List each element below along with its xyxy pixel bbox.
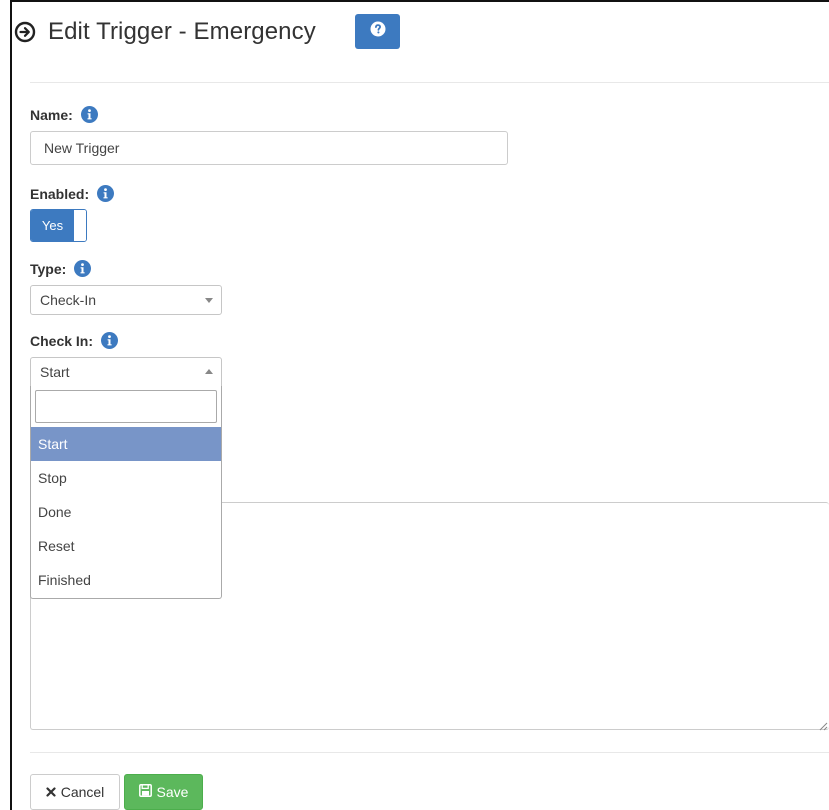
save-button-label: Save [156,784,189,800]
info-icon[interactable] [74,260,92,277]
check-in-label-row: Check In: [30,332,119,349]
floppy-disk-icon [138,784,152,800]
info-icon[interactable] [97,185,115,202]
close-icon [46,784,56,800]
enabled-label: Enabled: [30,185,90,202]
question-circle-icon [370,21,386,42]
cancel-button[interactable]: Cancel [30,774,120,810]
info-icon[interactable] [101,332,119,349]
type-select[interactable]: Check-In [30,285,222,315]
resize-grip-icon[interactable] [818,718,828,731]
check-in-select-value: Start [40,364,70,380]
enabled-toggle[interactable]: Yes [30,209,87,242]
page-header: Edit Trigger - Emergency [14,12,316,52]
type-label-row: Type: [30,260,92,277]
dropdown-option-reset[interactable]: Reset [31,529,221,563]
dropdown-option-stop[interactable]: Stop [31,461,221,495]
check-in-label: Check In: [30,332,94,349]
dropdown-option-finished[interactable]: Finished [31,563,221,597]
name-input[interactable]: New Trigger [30,131,508,165]
enabled-label-row: Enabled: [30,185,115,202]
check-in-dropdown: Start Stop Done Reset Finished [30,386,222,599]
footer-divider [30,752,829,753]
type-select-value: Check-In [40,292,97,308]
window-top-border [10,0,829,2]
enabled-toggle-label: Yes [31,210,74,241]
dropdown-option-start[interactable]: Start [31,427,221,461]
name-label-row: Name: [30,106,98,123]
dropdown-option-done[interactable]: Done [31,495,221,529]
save-button[interactable]: Save [124,774,203,810]
info-icon[interactable] [80,106,98,123]
page-title: Edit Trigger - Emergency [48,18,316,45]
type-label: Type: [30,260,67,277]
dropdown-search-input[interactable] [35,390,217,423]
caret-up-icon [205,369,213,374]
arrow-circle-right-icon [14,21,36,43]
header-divider [30,82,829,83]
name-label: Name: [30,106,73,123]
window-left-border [10,0,12,810]
toggle-knob [74,210,86,241]
help-button[interactable] [355,14,400,49]
cancel-button-label: Cancel [60,784,105,800]
check-in-select[interactable]: Start [30,357,222,387]
caret-down-icon [205,298,213,303]
